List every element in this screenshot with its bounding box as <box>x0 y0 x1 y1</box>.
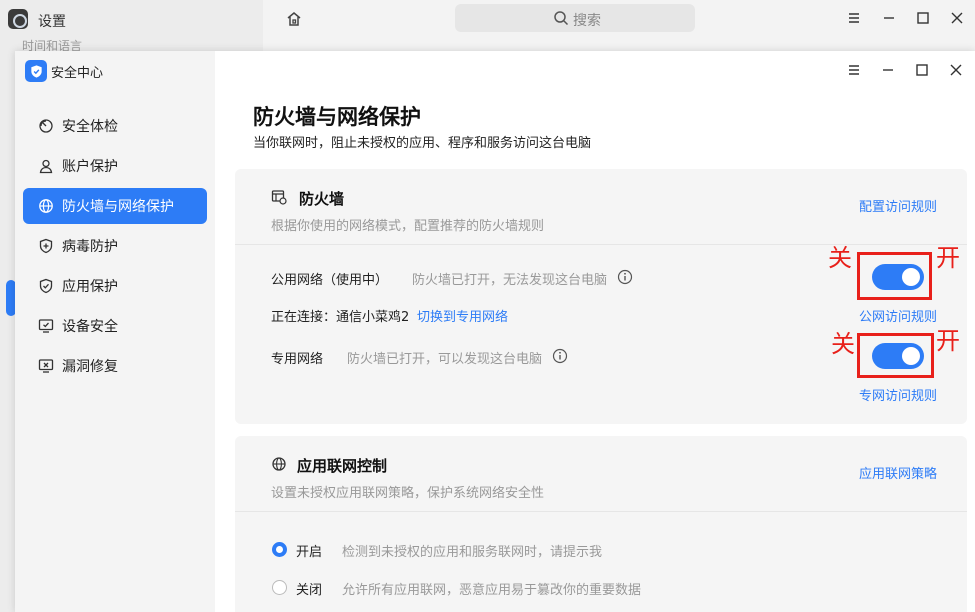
page-title: 防火墙与网络保护 <box>253 105 421 129</box>
sidebar-item-label: 漏洞修复 <box>62 359 118 375</box>
maximize-icon[interactable] <box>913 61 931 79</box>
sidebar: 安全中心 安全体检 账户保护 防火墙与网络保护 病毒防护 应用保护 设备安全 漏… <box>15 51 215 612</box>
sidebar-item-firewall[interactable]: 防火墙与网络保护 <box>23 188 207 224</box>
firewall-desc: 根据你使用的网络模式，配置推荐的防火墙规则 <box>271 219 545 234</box>
minimize-icon[interactable] <box>880 9 898 27</box>
sidebar-item-label: 防火墙与网络保护 <box>62 199 174 215</box>
divider <box>235 511 967 512</box>
info-icon[interactable] <box>617 269 633 285</box>
menu-icon[interactable] <box>845 9 863 27</box>
app-control-desc: 设置未授权应用联网策略，保护系统网络安全性 <box>271 486 545 501</box>
globe-icon <box>38 198 54 214</box>
sidebar-nav: 安全体检 账户保护 防火墙与网络保护 病毒防护 应用保护 设备安全 漏洞修复 <box>23 108 207 388</box>
home-icon[interactable] <box>285 10 303 28</box>
radio-disable-label[interactable]: 关闭 <box>296 579 322 598</box>
public-network-label: 公用网络（使用中） <box>271 273 389 288</box>
sidebar-item-label: 安全体检 <box>62 119 118 135</box>
sidebar-item-security-check[interactable]: 安全体检 <box>23 108 207 144</box>
user-icon <box>38 158 54 174</box>
firewall-title: 防火墙 <box>299 190 345 208</box>
public-network-hint: 防火墙已打开，无法发现这台电脑 <box>412 273 608 288</box>
sidebar-item-app-protection[interactable]: 应用保护 <box>23 268 207 304</box>
info-icon[interactable] <box>552 348 568 364</box>
sidebar-item-label: 设备安全 <box>62 319 118 335</box>
main-content: 防火墙与网络保护 当你联网时，阻止未授权的应用、程序和服务访问这台电脑 防火墙 … <box>215 51 975 612</box>
firewall-card: 防火墙 根据你使用的网络模式，配置推荐的防火墙规则 配置访问规则 公用网络（使用… <box>235 169 967 424</box>
radio-enable[interactable] <box>272 542 287 557</box>
app-control-title: 应用联网控制 <box>297 457 388 475</box>
radio-disable-hint: 允许所有应用联网，恶意应用易于篡改你的重要数据 <box>342 583 642 598</box>
radio-enable-hint: 检测到未授权的应用和服务联网时，请提示我 <box>342 545 603 560</box>
toggle-knob <box>902 268 920 286</box>
toggle-knob <box>902 347 920 365</box>
annotation-off-label: 关 <box>831 330 855 358</box>
shield-app-icon <box>25 60 47 82</box>
private-access-rules-link[interactable]: 专网访问规则 <box>859 385 937 404</box>
background-window-title: 设置 <box>38 14 66 30</box>
sidebar-item-virus-protection[interactable]: 病毒防护 <box>23 228 207 264</box>
firewall-icon <box>271 190 287 205</box>
sidebar-item-label: 病毒防护 <box>62 239 118 255</box>
shield-check-icon <box>38 278 54 294</box>
public-firewall-toggle[interactable] <box>872 264 924 290</box>
switch-to-private-link[interactable]: 切换到专用网络 <box>417 306 508 325</box>
sidebar-item-account-protection[interactable]: 账户保护 <box>23 148 207 184</box>
menu-icon[interactable] <box>845 61 863 79</box>
search-icon <box>554 11 569 26</box>
app-title: 安全中心 <box>51 66 104 81</box>
settings-app-icon <box>8 9 28 29</box>
radio-enable-label[interactable]: 开启 <box>296 541 322 560</box>
scan-icon <box>38 118 54 134</box>
app-network-icon <box>272 457 286 471</box>
app-network-control-card: 应用联网控制 设置未授权应用联网策略，保护系统网络安全性 应用联网策略 开启 检… <box>235 436 967 612</box>
sidebar-item-device-security[interactable]: 设备安全 <box>23 308 207 344</box>
sidebar-item-vulnerability-fix[interactable]: 漏洞修复 <box>23 348 207 384</box>
connected-network-name: 通信小菜鸡2 <box>336 310 410 325</box>
sidebar-item-label: 应用保护 <box>62 279 118 295</box>
search-placeholder: 搜索 <box>573 13 601 29</box>
annotation-off-label: 关 <box>828 244 852 272</box>
annotation-on-label: 开 <box>936 244 960 272</box>
public-access-rules-link[interactable]: 公网访问规则 <box>859 306 937 325</box>
connecting-label: 正在连接： <box>271 310 337 325</box>
divider <box>235 244 967 245</box>
background-search-input[interactable]: 搜索 <box>455 4 695 32</box>
private-firewall-toggle[interactable] <box>872 343 924 369</box>
private-network-label: 专用网络 <box>271 352 324 367</box>
sidebar-item-label: 账户保护 <box>62 159 118 175</box>
private-network-hint: 防火墙已打开，可以发现这台电脑 <box>347 352 543 367</box>
page-subtitle: 当你联网时，阻止未授权的应用、程序和服务访问这台电脑 <box>253 136 592 151</box>
shield-plus-icon <box>38 238 54 254</box>
radio-disable[interactable] <box>272 580 287 595</box>
monitor-check-icon <box>38 318 54 334</box>
configure-rules-link[interactable]: 配置访问规则 <box>859 196 937 215</box>
monitor-x-icon <box>38 358 54 374</box>
minimize-icon[interactable] <box>879 61 897 79</box>
maximize-icon[interactable] <box>914 9 932 27</box>
app-network-policy-link[interactable]: 应用联网策略 <box>859 463 937 482</box>
annotation-on-label: 开 <box>936 327 960 355</box>
close-icon[interactable] <box>947 61 965 79</box>
close-icon[interactable] <box>948 9 966 27</box>
